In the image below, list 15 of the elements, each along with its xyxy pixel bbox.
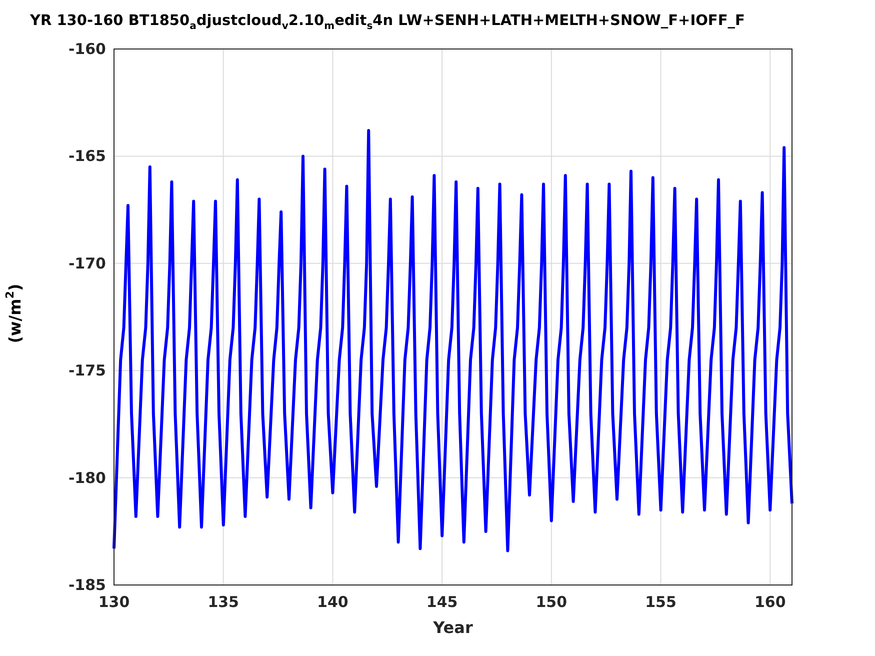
y-tick-label: -170 (68, 254, 106, 272)
x-tick-label: 155 (645, 593, 676, 611)
x-tick-label: 145 (426, 593, 458, 611)
y-tick-label: -160 (68, 41, 106, 58)
x-tick-label: 140 (317, 593, 348, 611)
x-tick-label: 135 (208, 593, 239, 611)
x-tick-label: 160 (754, 593, 786, 611)
x-axis-label: Year (433, 618, 473, 637)
y-tick-label: -185 (68, 576, 106, 594)
y-tick-label: -165 (68, 147, 106, 166)
y-tick-label: -175 (68, 362, 106, 380)
y-tick-label: -180 (68, 468, 106, 487)
x-tick-label: 150 (536, 593, 568, 611)
chart-title: YR 130-160 BT1850$_{a}$djustcloud$_{v}$2.10$_{m}$edit$_{s}$4n LW+SENH+LATH+MELTH+SNOW_F+IOFF_F (30, 12, 745, 28)
x-tick-label: 130 (98, 593, 130, 611)
